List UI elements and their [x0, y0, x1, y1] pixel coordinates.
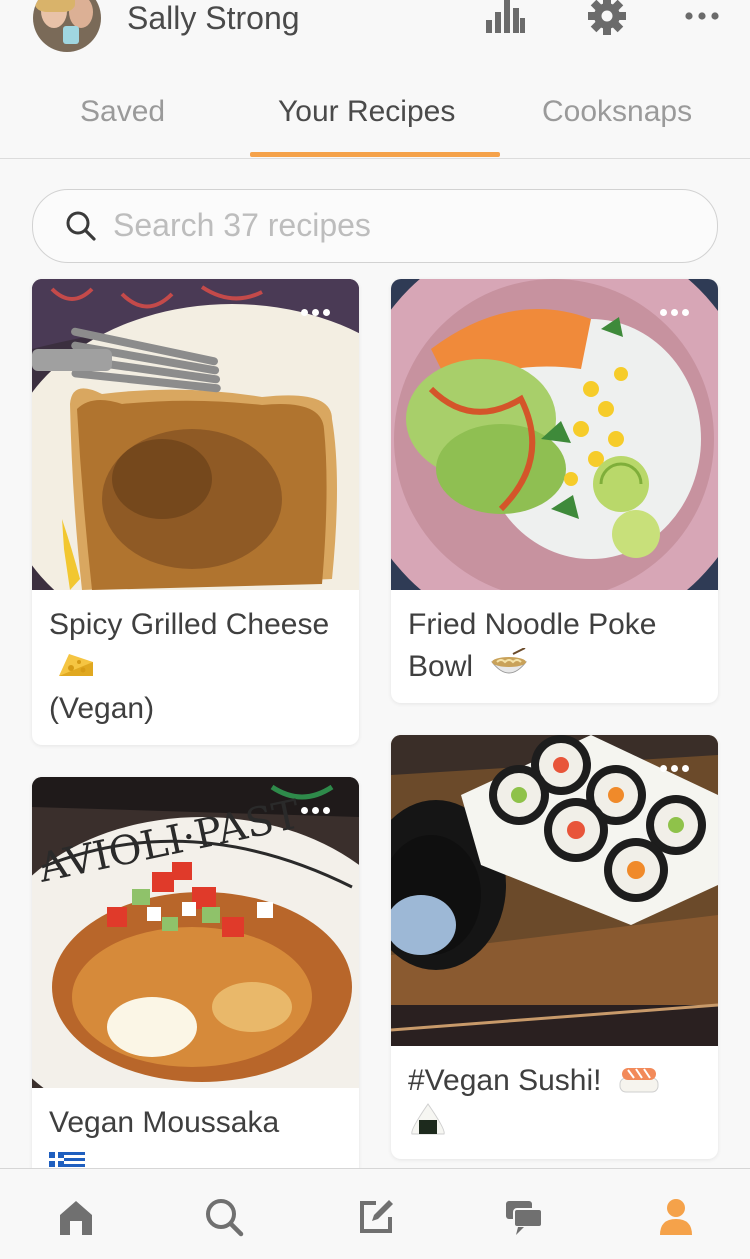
noodle-bowl-emoji — [491, 648, 528, 674]
avatar[interactable] — [33, 0, 101, 52]
card-more-icon[interactable] — [301, 309, 337, 321]
recipe-photo-moussaka: AVIOLI·PAST — [32, 777, 359, 1088]
onigiri-emoji — [411, 1103, 445, 1135]
active-tab-indicator — [250, 152, 500, 157]
edit-icon[interactable] — [356, 1197, 396, 1237]
recipe-card[interactable]: AVIOLI·PAST Vegan Moussaka — [32, 777, 359, 1197]
home-icon[interactable] — [56, 1197, 96, 1237]
recipe-photo-grilled-cheese — [32, 279, 359, 590]
tab-your-recipes[interactable]: Your Recipes — [278, 94, 455, 130]
tab-cooksnaps[interactable]: Cooksnaps — [542, 94, 692, 130]
chat-icon[interactable] — [504, 1197, 544, 1237]
search-bar[interactable] — [32, 189, 718, 263]
profile-icon[interactable] — [656, 1197, 696, 1237]
search-icon — [66, 211, 96, 241]
username: Sally Strong — [127, 0, 300, 36]
card-more-icon[interactable] — [301, 807, 337, 819]
stats-icon[interactable] — [484, 0, 526, 34]
recipe-photo-sushi — [391, 735, 718, 1046]
tab-saved[interactable]: Saved — [80, 94, 165, 130]
gear-icon[interactable] — [586, 0, 628, 36]
card-more-icon[interactable] — [660, 309, 696, 321]
recipe-card[interactable]: Fried Noodle Poke Bowl — [391, 279, 718, 703]
recipe-title: #Vegan Sushi! — [408, 1060, 703, 1144]
search-input[interactable] — [113, 204, 673, 246]
recipe-card[interactable]: Spicy Grilled Cheese (Vegan) — [32, 279, 359, 745]
cheese-emoji — [59, 654, 93, 676]
recipe-title: Fried Noodle Poke Bowl — [408, 608, 657, 683]
card-more-icon[interactable] — [660, 765, 696, 777]
recipe-title: Spicy Grilled Cheese (Vegan) — [49, 608, 330, 725]
recipe-card[interactable]: #Vegan Sushi! — [391, 735, 718, 1159]
tab-bar: Saved Your Recipes Cooksnaps — [0, 80, 750, 159]
more-icon[interactable] — [684, 0, 720, 30]
profile-header: Sally Strong — [0, 0, 750, 60]
search-icon[interactable] — [204, 1197, 244, 1237]
sushi-emoji — [619, 1068, 659, 1093]
bottom-nav — [0, 1168, 750, 1259]
recipe-photo-poke-bowl — [391, 279, 718, 590]
